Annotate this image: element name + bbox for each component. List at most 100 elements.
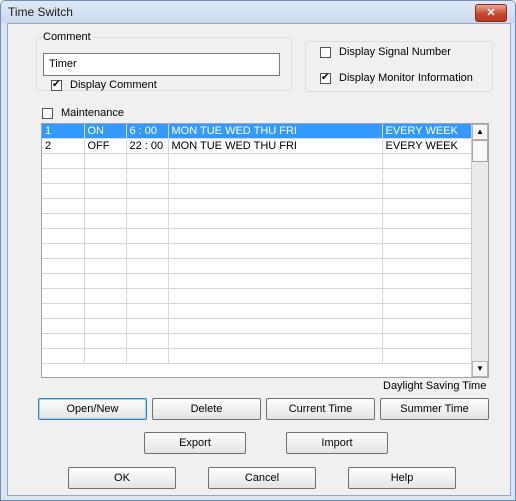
empty-table-row[interactable] xyxy=(42,183,473,199)
empty-cell xyxy=(84,303,127,319)
empty-cell xyxy=(84,333,127,349)
summer-time-button[interactable]: Summer Time xyxy=(380,398,489,420)
empty-cell xyxy=(126,348,169,364)
empty-cell xyxy=(168,213,383,229)
days-cell: MON TUE WED THU FRI xyxy=(168,124,383,139)
help-button[interactable]: Help xyxy=(348,467,456,489)
comment-legend: Comment xyxy=(43,31,91,43)
empty-cell xyxy=(168,333,383,349)
empty-cell xyxy=(84,318,127,334)
daylight-saving-label: Daylight Saving Time xyxy=(383,380,487,392)
empty-cell xyxy=(168,273,383,289)
row-number-cell: 1 xyxy=(42,124,85,139)
empty-cell xyxy=(168,168,383,184)
display-monitor-info-check-box[interactable] xyxy=(320,71,331,85)
empty-cell xyxy=(42,273,85,289)
scroll-down-arrow-icon: ▼ xyxy=(476,364,484,373)
empty-cell xyxy=(84,183,127,199)
dialog-body: Comment Timer Display Comment Display Si… xyxy=(7,23,511,496)
display-comment-check-box[interactable] xyxy=(51,78,62,92)
display-monitor-info-label: Display Monitor Information xyxy=(339,72,473,84)
import-button[interactable]: Import xyxy=(286,432,388,454)
empty-table-row[interactable] xyxy=(42,333,473,349)
empty-table-row[interactable] xyxy=(42,243,473,259)
empty-cell xyxy=(126,333,169,349)
empty-cell xyxy=(382,348,473,364)
schedule-grid[interactable]: 1 ON 6 : 00 MON TUE WED THU FRI EVERY WEEK 2 O… xyxy=(41,123,489,378)
schedule-table: 1 ON 6 : 00 MON TUE WED THU FRI EVERY WEEK 2 O… xyxy=(42,124,473,364)
empty-table-row[interactable] xyxy=(42,168,473,184)
empty-cell xyxy=(42,153,85,169)
empty-cell xyxy=(382,273,473,289)
ok-button[interactable]: OK xyxy=(68,467,176,489)
empty-cell xyxy=(382,288,473,304)
empty-cell xyxy=(42,168,85,184)
empty-table-row[interactable] xyxy=(42,228,473,244)
empty-cell xyxy=(84,168,127,184)
title-bar[interactable]: Time Switch ✕ xyxy=(1,1,515,23)
empty-table-row[interactable] xyxy=(42,288,473,304)
time-cell: 22 : 00 xyxy=(126,138,169,154)
empty-cell xyxy=(168,348,383,364)
empty-cell xyxy=(126,168,169,184)
empty-cell xyxy=(382,168,473,184)
table-row[interactable]: 1 ON 6 : 00 MON TUE WED THU FRI EVERY WEEK xyxy=(42,124,473,139)
display-signal-number-check-box[interactable] xyxy=(320,46,331,58)
close-button[interactable]: ✕ xyxy=(475,4,507,22)
table-row[interactable]: 2 OFF 22 : 00 MON TUE WED THU FRI EVERY WEEK xyxy=(42,138,473,154)
empty-cell xyxy=(168,318,383,334)
empty-cell xyxy=(126,303,169,319)
empty-cell xyxy=(42,213,85,229)
display-monitor-info-checkbox[interactable]: Display Monitor Information xyxy=(320,71,473,85)
export-button[interactable]: Export xyxy=(144,432,246,454)
time-switch-window: Time Switch ✕ Comment Timer Display Comm… xyxy=(0,0,516,501)
comment-group: Comment Timer Display Comment xyxy=(36,31,292,92)
empty-table-row[interactable] xyxy=(42,198,473,214)
empty-cell xyxy=(42,303,85,319)
scroll-up-button[interactable]: ▲ xyxy=(472,124,488,140)
display-signal-number-checkbox[interactable]: Display Signal Number xyxy=(320,46,451,58)
empty-table-row[interactable] xyxy=(42,213,473,229)
empty-cell xyxy=(84,348,127,364)
empty-cell xyxy=(382,303,473,319)
state-cell: ON xyxy=(84,124,127,139)
empty-cell xyxy=(84,198,127,214)
display-comment-checkbox[interactable]: Display Comment xyxy=(51,78,157,92)
empty-table-row[interactable] xyxy=(42,258,473,274)
scrollbar-thumb[interactable] xyxy=(472,140,488,162)
empty-cell xyxy=(42,183,85,199)
maintenance-check-box[interactable] xyxy=(42,107,53,119)
open-new-button[interactable]: Open/New xyxy=(38,398,147,420)
empty-table-row[interactable] xyxy=(42,273,473,289)
delete-button[interactable]: Delete xyxy=(152,398,261,420)
maintenance-label: Maintenance xyxy=(61,107,124,119)
state-cell: OFF xyxy=(84,138,127,154)
current-time-button[interactable]: Current Time xyxy=(266,398,375,420)
empty-cell xyxy=(42,243,85,259)
empty-cell xyxy=(168,198,383,214)
comment-input[interactable]: Timer xyxy=(43,53,280,76)
display-options-group: Display Signal Number Display Monitor In… xyxy=(305,41,493,92)
maintenance-checkbox[interactable]: Maintenance xyxy=(42,107,124,119)
empty-cell xyxy=(168,288,383,304)
empty-table-row[interactable] xyxy=(42,153,473,169)
empty-cell xyxy=(126,198,169,214)
empty-cell xyxy=(42,333,85,349)
empty-cell xyxy=(168,258,383,274)
empty-cell xyxy=(126,228,169,244)
repeat-cell: EVERY WEEK xyxy=(382,124,473,139)
display-comment-label: Display Comment xyxy=(70,79,157,91)
empty-table-row[interactable] xyxy=(42,318,473,334)
empty-cell xyxy=(382,153,473,169)
empty-cell xyxy=(126,273,169,289)
vertical-scrollbar[interactable]: ▲ ▼ xyxy=(471,124,488,377)
close-icon: ✕ xyxy=(486,7,496,19)
scroll-down-button[interactable]: ▼ xyxy=(472,361,488,377)
empty-cell xyxy=(42,288,85,304)
empty-cell xyxy=(168,153,383,169)
empty-cell xyxy=(382,213,473,229)
empty-table-row[interactable] xyxy=(42,303,473,319)
cancel-button[interactable]: Cancel xyxy=(208,467,316,489)
empty-table-row[interactable] xyxy=(42,348,473,364)
empty-cell xyxy=(126,183,169,199)
